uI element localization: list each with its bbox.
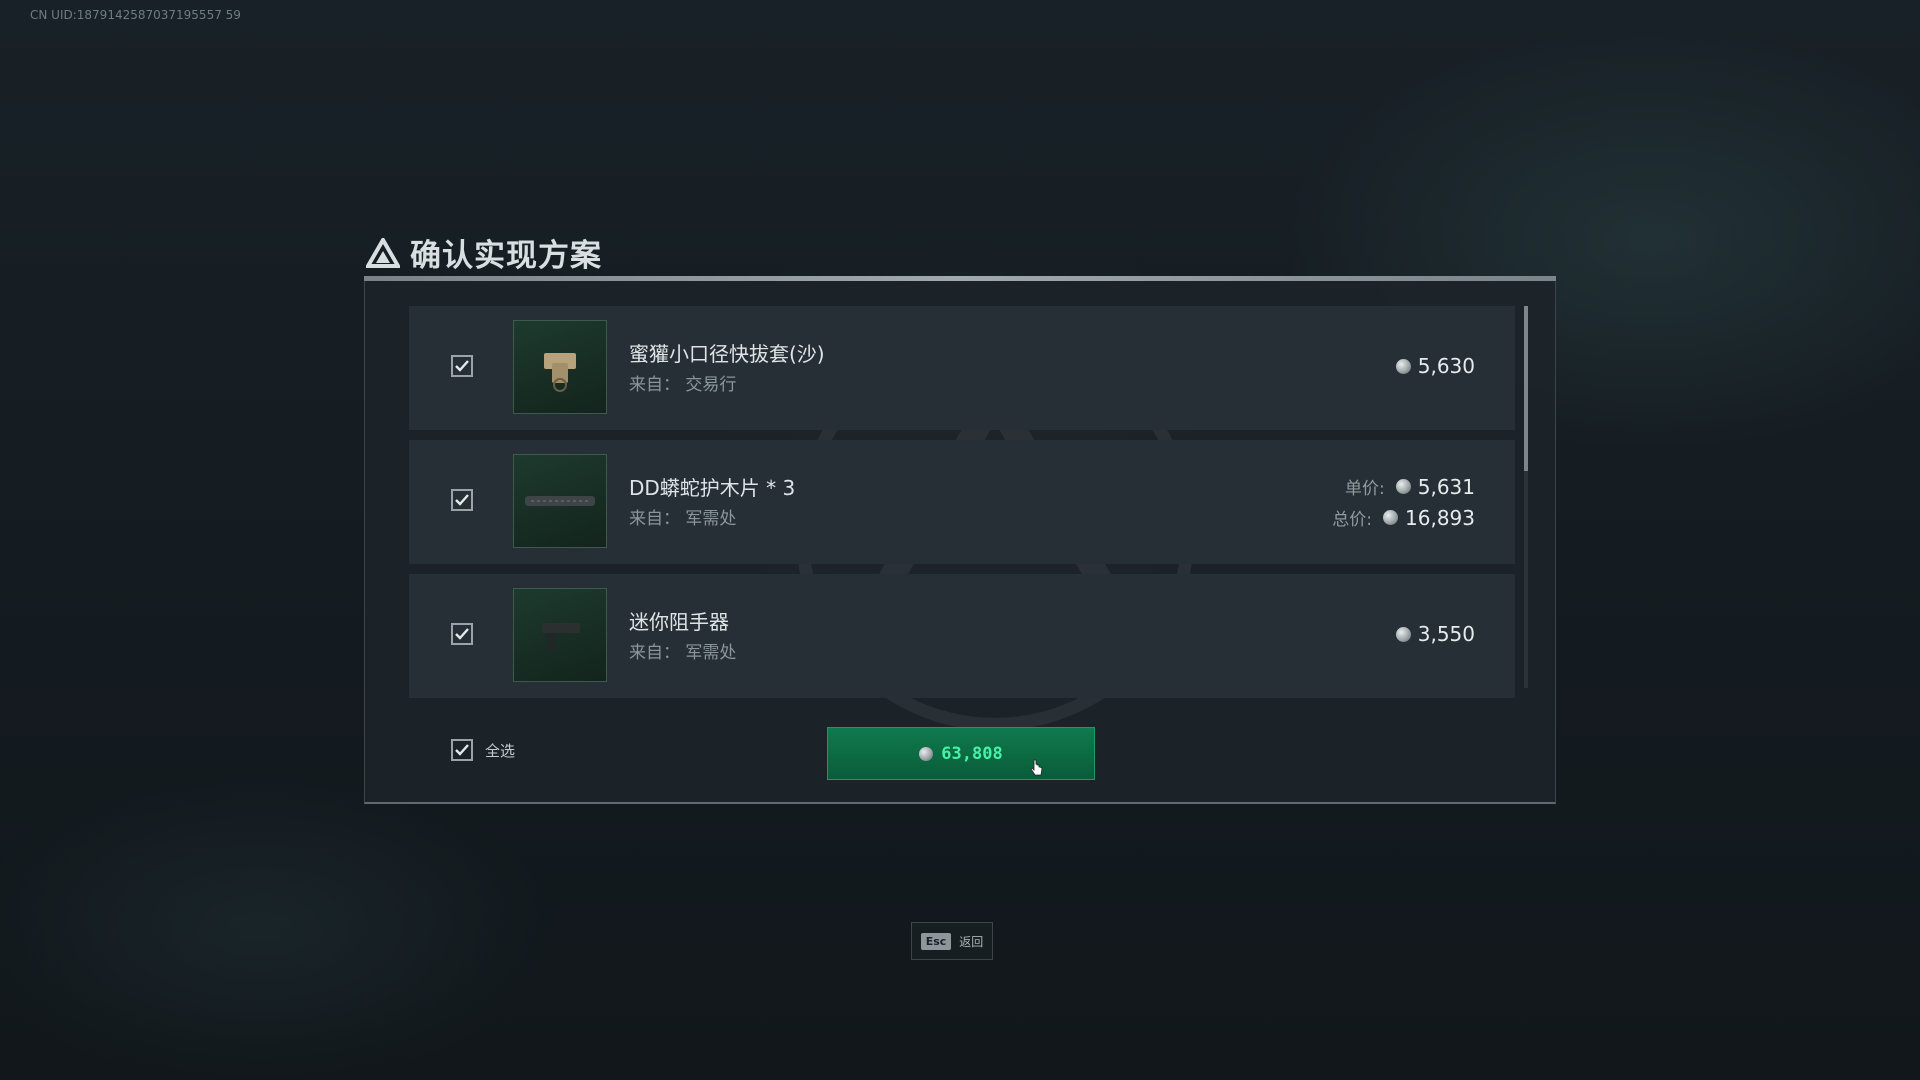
confirm-plan-dialog: 蜜獾小口径快拔套(沙) 来自： 交易行 5,630 DD蟒蛇护木片 * 3 来自… (364, 281, 1556, 804)
item-source: 来自： 军需处 (629, 643, 737, 663)
select-all-checkbox[interactable] (451, 739, 473, 761)
scrollbar-thumb[interactable] (1524, 306, 1528, 471)
item-price-value: 5,630 (1417, 354, 1475, 378)
total-price-value: 16,893 (1405, 505, 1475, 530)
coin-icon (1395, 479, 1411, 494)
coin-icon (1383, 510, 1399, 525)
list-item: 迷你阻手器 来自： 军需处 3,550 (409, 574, 1515, 698)
checkmark-icon (455, 494, 469, 506)
item-checkbox[interactable] (451, 489, 473, 511)
uid-label: CN UID:1879142587037195557 59 (30, 8, 241, 22)
item-name: 蜜獾小口径快拔套(沙) (629, 342, 825, 366)
item-list: 蜜獾小口径快拔套(沙) 来自： 交易行 5,630 DD蟒蛇护木片 * 3 来自… (409, 306, 1515, 708)
item-checkbox[interactable] (451, 355, 473, 377)
item-price-value: 3,550 (1417, 622, 1475, 646)
list-item: 蜜獾小口径快拔套(沙) 来自： 交易行 5,630 (409, 306, 1515, 430)
list-scrollbar[interactable] (1524, 306, 1528, 688)
game-screen: CN UID:1879142587037195557 59 确认实现方案 蜜獾小… (0, 0, 1920, 1080)
unit-price-value: 5,631 (1417, 474, 1475, 499)
select-all-label: 全选 (485, 741, 516, 760)
total-price-label: 总价: (1332, 510, 1373, 530)
confirm-purchase-button[interactable]: 63,808 (827, 727, 1095, 780)
item-price: 5,630 (1395, 354, 1475, 378)
confirm-amount: 63,808 (941, 743, 1003, 764)
select-all[interactable]: 全选 (451, 739, 515, 761)
checkmark-icon (455, 744, 469, 756)
dialog-header: 确认实现方案 (366, 230, 602, 275)
item-name: DD蟒蛇护木片 * 3 (629, 476, 796, 500)
back-label: 返回 (959, 934, 984, 949)
checkmark-icon (455, 628, 469, 640)
coin-icon (1395, 358, 1411, 374)
coin-icon (919, 746, 934, 761)
mouse-cursor-icon (1030, 759, 1043, 776)
delta-logo-icon (366, 237, 400, 268)
unit-price-label: 单价: (1345, 479, 1385, 499)
back-button[interactable]: Esc 返回 (911, 922, 993, 960)
holster-icon (513, 320, 607, 414)
handguard-panel-icon (513, 454, 607, 548)
item-checkbox[interactable] (451, 623, 473, 645)
list-item: DD蟒蛇护木片 * 3 来自： 军需处 单价: 5,631 总价: 16,893 (409, 440, 1515, 564)
item-price: 3,550 (1395, 622, 1475, 646)
item-source: 来自： 军需处 (629, 509, 737, 529)
item-name: 迷你阻手器 (629, 610, 729, 634)
checkmark-icon (455, 360, 469, 372)
coin-icon (1395, 626, 1411, 642)
item-unit-price: 单价: 5,631 (1345, 474, 1475, 500)
dialog-title: 确认实现方案 (410, 238, 602, 274)
handstop-icon (513, 588, 607, 682)
esc-key-badge: Esc (920, 932, 952, 950)
item-total-price: 总价: 16,893 (1332, 505, 1475, 531)
item-source: 来自： 交易行 (629, 375, 737, 395)
